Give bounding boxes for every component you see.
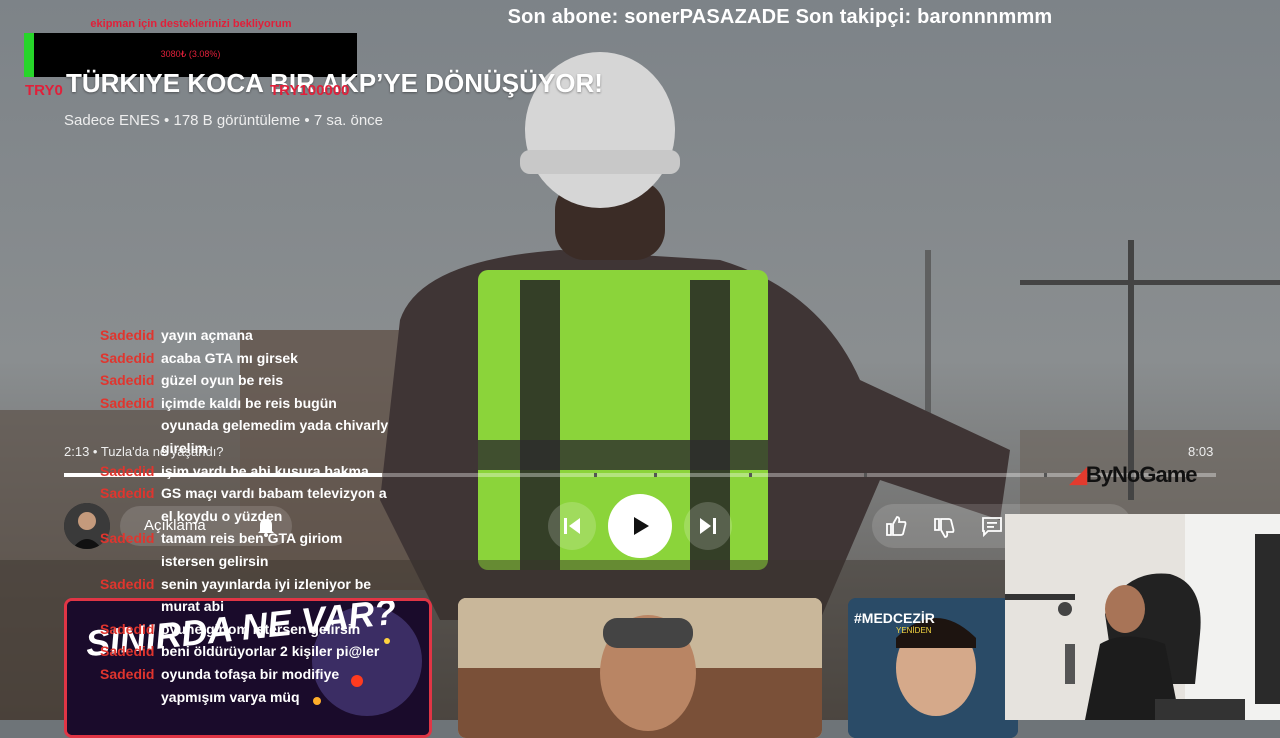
chat-username: Sadedid bbox=[100, 394, 155, 411]
webcam-image bbox=[1005, 514, 1280, 720]
chat-message: Sadedid beni öldürüyorlar 2 kişiler pi@le… bbox=[100, 640, 390, 663]
chat-message: Sadedid acaba GTA mı girsek bbox=[100, 347, 390, 370]
thumbnail-image bbox=[458, 598, 822, 738]
chat-username: Sadedid bbox=[100, 327, 155, 343]
chat-message: Sadedid tamam reis ben GTA giriom isterse… bbox=[100, 527, 390, 572]
chat-text: tamam reis ben GTA giriom istersen gelir… bbox=[161, 530, 343, 569]
donation-goal-max: TRY100000 bbox=[270, 82, 350, 99]
recommended-video-3[interactable]: #MEDCEZİR YENİDEN bbox=[848, 598, 1018, 738]
recommended-video-2[interactable] bbox=[458, 598, 822, 738]
chat-username: Sadedid bbox=[100, 665, 155, 682]
chat-text: işim vardı be abi kusura bakma bbox=[161, 462, 369, 479]
brand-name: ByNoGame bbox=[1085, 462, 1198, 487]
chat-text: senin yayınlarda iyi izleniyor be murat … bbox=[161, 575, 372, 615]
chat-username: Sadedid bbox=[100, 372, 155, 389]
chat-username: Sadedid bbox=[100, 643, 155, 660]
chat-text: güzel oyun be reis bbox=[161, 372, 284, 389]
previous-icon bbox=[564, 518, 580, 534]
play-button[interactable] bbox=[608, 494, 672, 558]
thumbnail-tag: #MEDCEZİR bbox=[854, 610, 935, 626]
next-button[interactable] bbox=[684, 502, 732, 550]
chapter-marker bbox=[594, 473, 597, 477]
chat-text: acaba GTA mı girsek bbox=[161, 349, 298, 366]
comment-icon[interactable] bbox=[980, 514, 1004, 543]
subscriber-ticker: Son abone: sonerPASAZADE Son takipçi: ba… bbox=[507, 6, 1053, 28]
chat-text: GS maçı vardı babam televizyon a el koyd… bbox=[161, 485, 387, 524]
donation-goal-progress-text: 3080₺ (3.08%) bbox=[160, 49, 221, 59]
chat-text: yayın açmana bbox=[161, 327, 253, 343]
chapter-marker bbox=[1044, 473, 1047, 477]
chat-text: oyunda tofaşa bir modifiye yapmışım vary… bbox=[161, 665, 340, 705]
webcam-feed bbox=[1005, 514, 1280, 720]
chat-message: Sadedid GS maçı vardı babam televizyon a … bbox=[100, 482, 390, 527]
chat-message: Sadedid içimde kaldı be reis bugün oyunad… bbox=[100, 392, 390, 460]
video-meta[interactable]: Sadece ENES • 178 B görüntüleme • 7 sa. … bbox=[64, 112, 383, 129]
chat-message: Sadedid işim vardı be abi kusura bakma bbox=[100, 460, 390, 483]
brand-logo: ◢ByNoGame bbox=[1070, 462, 1198, 488]
chat-username: Sadedid bbox=[100, 530, 155, 547]
previous-button[interactable] bbox=[548, 502, 596, 550]
chapter-marker bbox=[749, 473, 752, 477]
chat-text: içimde kaldı be reis bugün oyunada gelem… bbox=[161, 394, 389, 456]
chat-message: Sadedid yayın açmana bbox=[100, 324, 390, 347]
chapter-marker bbox=[864, 473, 867, 477]
chat-username: Sadedid bbox=[100, 620, 155, 637]
chat-text: beni öldürüyorlar 2 kişiler pi@ler bbox=[161, 643, 380, 660]
chat-message: Sadedid oyunda tofaşa bir modifiye yapmış… bbox=[100, 663, 390, 708]
chat-message: Sadedid senin yayınlarda iyi izleniyor be… bbox=[100, 573, 390, 618]
thumbs-down-icon[interactable] bbox=[932, 516, 956, 545]
donation-goal-caption: ekipman için desteklerinizi bekliyorum bbox=[90, 18, 292, 30]
video-duration: 8:03 bbox=[1188, 444, 1214, 459]
brand-icon: ◢ bbox=[1070, 462, 1087, 487]
chat-username: Sadedid bbox=[100, 462, 155, 479]
next-icon bbox=[700, 518, 716, 534]
thumbnail-subtag: YENİDEN bbox=[896, 626, 932, 635]
chat-overlay: Sadedid yayın açmana Sadedid acaba GTA mı g… bbox=[100, 324, 390, 708]
chat-username: Sadedid bbox=[100, 349, 155, 366]
play-icon bbox=[634, 517, 649, 535]
thumbs-up-icon[interactable] bbox=[884, 514, 908, 543]
chat-message: Sadedid oyune giriom istersen gelirsin bbox=[100, 618, 390, 641]
chat-username: Sadedid bbox=[100, 485, 155, 502]
donation-goal-min: TRY0 bbox=[25, 82, 63, 99]
chat-message: Sadedid güzel oyun be reis bbox=[100, 369, 390, 392]
chapter-marker bbox=[654, 473, 657, 477]
chat-text: oyune giriom istersen gelirsin bbox=[161, 620, 361, 637]
chat-username: Sadedid bbox=[100, 575, 155, 592]
